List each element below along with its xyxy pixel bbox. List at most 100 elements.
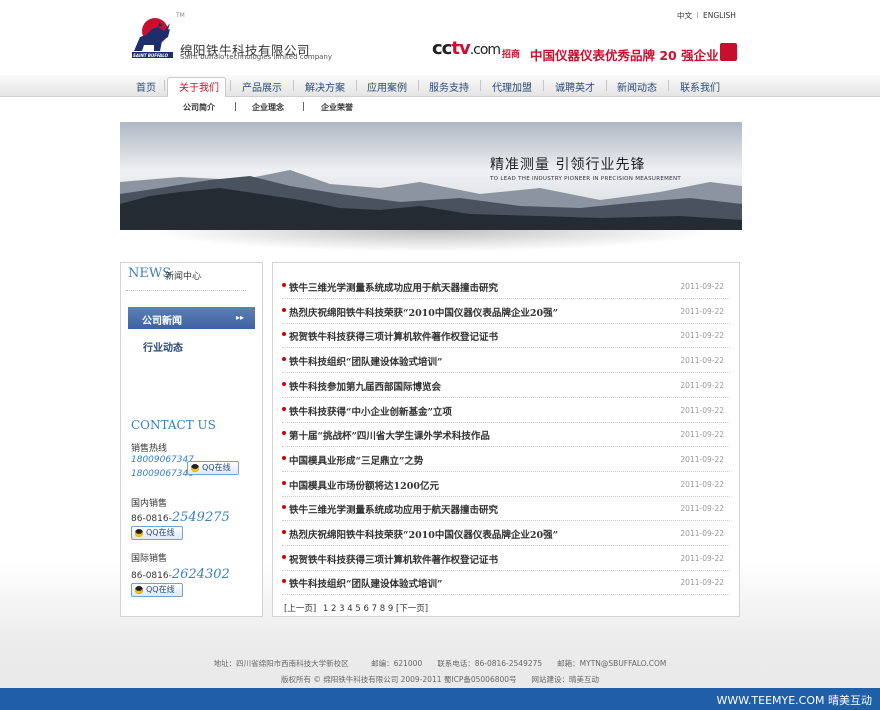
news-title-link[interactable]: 中国模具业形成“三足鼎立”之势: [289, 453, 423, 467]
news-date: 2011-09-22: [680, 504, 724, 514]
pager-next-link[interactable]: [下一页]: [396, 604, 428, 614]
bullet-icon: [282, 283, 286, 287]
bullet-icon: [282, 332, 286, 337]
bullet-icon: [282, 431, 286, 436]
news-row[interactable]: 铁牛三维光学测量系统成功应用于航天器撞击研究 2011-09-22: [282, 274, 730, 299]
nav-divider: [230, 80, 231, 91]
news-title-link[interactable]: 铁牛科技参加第九届西部国际博览会: [289, 379, 441, 393]
nav-divider: [606, 80, 607, 91]
news-title-link[interactable]: 祝贺铁牛科技获得三项计算机软件著作权登记证书: [289, 329, 498, 343]
news-title-link[interactable]: 铁牛科技组织“团队建设体验式培训”: [289, 576, 442, 590]
news-title-link[interactable]: 热烈庆祝绵阳铁牛科技荣获“2010中国仪器仪表品牌企业20强”: [289, 305, 558, 319]
nav-home[interactable]: 首页: [136, 79, 156, 94]
nav-news[interactable]: 新闻动态: [617, 79, 657, 94]
nav-agency[interactable]: 代理加盟: [492, 79, 532, 94]
pager-page-link[interactable]: 6: [363, 604, 368, 614]
news-title-link[interactable]: 铁牛科技组织“团队建设体验式培训”: [289, 354, 442, 368]
sales-hotline-label: 销售热线: [131, 444, 168, 454]
news-row[interactable]: 热烈庆祝绵阳铁牛科技荣获“2010中国仪器仪表品牌企业20强” 2011-09-2…: [282, 521, 730, 546]
logo-caption: SAINT BUFFALO: [133, 53, 169, 58]
pager-page-link[interactable]: 1: [323, 604, 328, 614]
news-title-link[interactable]: 铁牛三维光学测量系统成功应用于航天器撞击研究: [289, 280, 498, 294]
nav-divider: [356, 80, 357, 91]
news-row[interactable]: 铁牛科技组织“团队建设体验式培训” 2011-09-22: [282, 570, 730, 596]
nav-solutions[interactable]: 解决方案: [305, 79, 345, 94]
pager-page-link[interactable]: 3: [339, 604, 344, 614]
pager-page-link[interactable]: 2: [331, 604, 336, 614]
bullet-icon: [282, 579, 286, 584]
news-row[interactable]: 第十届“挑战杯”四川省大学生课外学术科技作品 2011-09-22: [282, 422, 730, 448]
intl-phone: 86-0816-2624302: [131, 567, 230, 582]
news-date: 2011-09-22: [680, 356, 724, 366]
pager-page-link[interactable]: 9: [388, 604, 393, 614]
news-row[interactable]: 铁牛三维光学测量系统成功应用于航天器撞击研究 2011-09-22: [282, 496, 730, 522]
footer-copyright: 版权所有 © 绵阳铁牛科技有限公司 2009-2011 蜀ICP备0500680…: [280, 675, 600, 684]
cctv-text-a: cc: [432, 38, 452, 59]
bullet-icon: [282, 307, 286, 312]
nav-careers[interactable]: 诚聘英才: [555, 79, 595, 94]
nav-products[interactable]: 产品展示: [242, 79, 282, 94]
nav-about[interactable]: 关于我们: [179, 79, 219, 94]
nav-divider: [480, 80, 481, 91]
news-date: 2011-09-22: [680, 306, 724, 316]
footer-address: 地址：四川省绵阳市西南科技大学新校区 邮编：621000 联系电话：86-081…: [213, 659, 667, 668]
subnav-profile[interactable]: 公司简介: [183, 102, 215, 113]
pager-page-link[interactable]: 5: [355, 604, 360, 614]
news-date: 2011-09-22: [680, 553, 724, 563]
qq-online-button[interactable]: QQ在线: [131, 526, 183, 540]
news-row[interactable]: 中国模具业市场份额将达1200亿元 2011-09-22: [282, 472, 730, 497]
cctv-text-b: tv: [451, 38, 470, 59]
news-row[interactable]: 铁牛科技组织“团队建设体验式培训” 2011-09-22: [282, 348, 730, 374]
nav-support[interactable]: 服务支持: [429, 79, 469, 94]
news-title-link[interactable]: 铁牛科技获得“中小企业创新基金”立项: [289, 404, 452, 418]
news-date: 2011-09-22: [680, 479, 724, 489]
news-title-link[interactable]: 祝贺铁牛科技获得三项计算机软件著作权登记证书: [289, 552, 498, 566]
lang-en-link[interactable]: ENGLISH: [703, 11, 736, 20]
subnav-philosophy[interactable]: 企业理念: [252, 102, 284, 113]
pagination: [上一页] 1 2 3 4 5 6 7 8 9 [下一页]: [284, 602, 428, 614]
bullet-icon: [282, 406, 286, 411]
nav-contact[interactable]: 联系我们: [680, 79, 720, 94]
news-row[interactable]: 祝贺铁牛科技获得三项计算机软件著作权登记证书 2011-09-22: [282, 323, 730, 349]
recruit-label: 招商: [502, 50, 521, 60]
nav-cases[interactable]: 应用案例: [367, 79, 407, 94]
contact-heading: CONTACT US: [131, 418, 216, 432]
news-date: 2011-09-22: [680, 405, 724, 415]
pager-page-link[interactable]: 7: [372, 604, 377, 614]
bullet-icon: [282, 357, 286, 362]
news-date: 2011-09-22: [680, 331, 724, 341]
pager-page-link[interactable]: 8: [380, 604, 385, 614]
bullet-icon: [282, 381, 286, 386]
domestic-phone-number: 2549275: [171, 510, 230, 525]
news-row[interactable]: 铁牛科技获得“中小企业创新基金”立项 2011-09-22: [282, 398, 730, 423]
domestic-phone: 86-0816-2549275: [131, 510, 230, 525]
news-title-link[interactable]: 中国模具业市场份额将达1200亿元: [289, 478, 439, 492]
cctv-logo: cctv.com: [432, 38, 501, 59]
main-nav: 首页 关于我们 产品展示 解决方案 应用案例 服务支持 代理加盟 诚聘英才 新闻…: [0, 75, 880, 97]
news-row[interactable]: 铁牛科技参加第九届西部国际博览会 2011-09-22: [282, 373, 730, 398]
trademark-mark: TM: [176, 12, 185, 19]
news-row[interactable]: 热烈庆祝绵阳铁牛科技荣获“2010中国仪器仪表品牌企业20强” 2011-09-2…: [282, 299, 730, 324]
news-date: 2011-09-22: [680, 380, 724, 390]
nav-divider: [668, 80, 669, 91]
nav-divider: [418, 80, 419, 91]
designer-credit-link[interactable]: WWW.TEEMYE.COM 晴美互动: [717, 692, 872, 708]
qq-online-button[interactable]: QQ在线: [131, 583, 183, 597]
double-arrow-icon: ▸▸: [236, 313, 245, 322]
subnav-separator: |: [302, 102, 306, 112]
news-title-link[interactable]: 第十届“挑战杯”四川省大学生课外学术科技作品: [289, 428, 490, 442]
pager-page-link[interactable]: 4: [347, 604, 352, 614]
language-switcher: 中文 I ENGLISH: [677, 10, 736, 21]
sidebar-item-industry-news[interactable]: 行业动态: [143, 339, 183, 354]
qq-online-button[interactable]: QQ在线: [187, 461, 239, 475]
news-row[interactable]: 中国模具业形成“三足鼎立”之势 2011-09-22: [282, 447, 730, 472]
news-title-link[interactable]: 热烈庆祝绵阳铁牛科技荣获“2010中国仪器仪表品牌企业20强”: [289, 527, 558, 541]
lang-cn-link[interactable]: 中文: [677, 11, 692, 20]
domestic-sales-label: 国内销售: [131, 499, 168, 509]
news-title-link[interactable]: 铁牛三维光学测量系统成功应用于航天器撞击研究: [289, 502, 498, 516]
seal-stamp-icon: [720, 43, 737, 61]
pager-prev-link[interactable]: [上一页]: [284, 604, 316, 614]
banner-subtitle: TO LEAD THE INDUSTRY PIONEER IN PRECISIO…: [490, 176, 682, 182]
news-row[interactable]: 祝贺铁牛科技获得三项计算机软件著作权登记证书 2011-09-22: [282, 546, 730, 571]
subnav-honors[interactable]: 企业荣誉: [321, 102, 353, 113]
